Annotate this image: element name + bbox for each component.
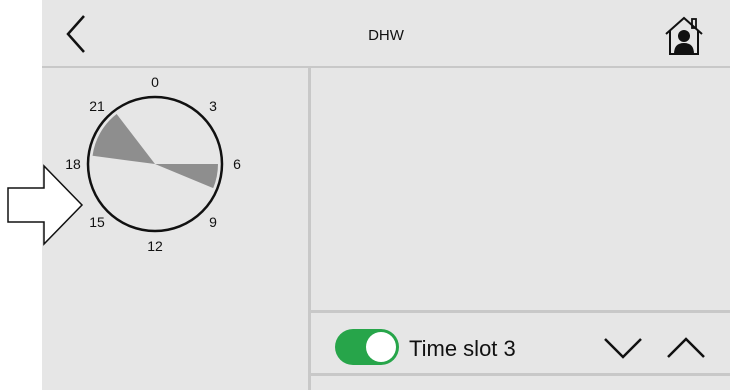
page-title: DHW: [368, 27, 404, 44]
hour-label-9: 9: [209, 214, 217, 230]
chevron-down-icon: [604, 338, 642, 359]
time-slot-toggle[interactable]: [335, 329, 399, 365]
slot-down-button[interactable]: [601, 331, 645, 361]
hour-label-3: 3: [209, 98, 217, 114]
hour-label-21: 21: [89, 98, 105, 114]
time-slot-label: Time slot 3: [409, 336, 516, 361]
toggle-knob: [366, 332, 396, 362]
hour-label-0: 0: [151, 74, 159, 90]
active-sectors: [92, 114, 218, 189]
slot-up-button[interactable]: [664, 331, 708, 361]
hour-label-12: 12: [147, 238, 163, 254]
active-sector-2: [155, 164, 218, 189]
house-person-icon: [665, 16, 703, 55]
header-bar: DHW: [42, 0, 730, 68]
time-slot-row: Time slot 3: [311, 313, 730, 373]
hour-label-6: 6: [233, 156, 241, 172]
home-button[interactable]: [662, 14, 706, 58]
arrow-right-outline-icon: [7, 164, 84, 246]
detail-panel: [311, 68, 730, 313]
bottom-divider: [311, 373, 730, 376]
chevron-up-icon: [667, 337, 705, 358]
